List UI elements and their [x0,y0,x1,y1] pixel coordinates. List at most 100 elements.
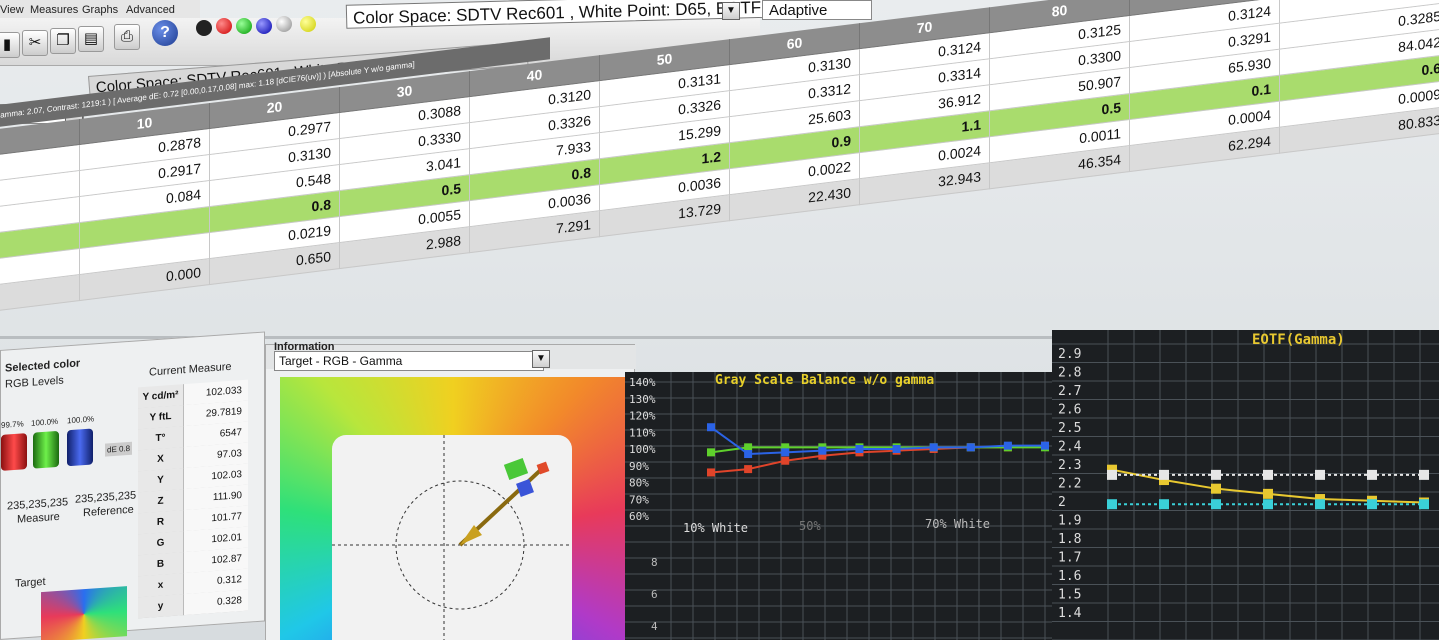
blue-target-marker [516,479,534,497]
data-point [966,443,975,452]
color-gamut-target [280,377,626,640]
data-point [1003,441,1012,450]
data-point [1419,499,1429,510]
eotf-gamma-chart: 2.9 2.8 2.7 2.6 2.5 2.4 2.3 2.2 2 1.9 1.8 1.7 1.6 1.5… [1052,330,1439,640]
data-point [1315,499,1325,510]
reference-label: Reference [83,503,134,520]
calman-window: View Measures Graphs Advanced ▮ ✂ ❐ ▤ ⎙ … [0,0,1439,640]
target-plot-svg [332,435,572,640]
y-tick-label: 1.9 [1058,514,1081,529]
y-tick-label: 100% [629,443,656,456]
x-label-50: 50% [799,519,821,533]
data-point [1367,499,1377,510]
data-point [818,446,827,455]
selected-color-panel: Selected color RGB Levels Current Measur… [0,331,265,640]
blue-orb-icon[interactable] [256,18,272,34]
measure-key: y [138,594,184,619]
y-tick-label: 2.6 [1058,403,1081,418]
y-tick-label: 1.8 [1058,532,1081,547]
data-point [892,445,901,453]
menu-graphs[interactable]: Graphs [82,4,118,16]
data-point [1211,499,1221,510]
bar-pct-red: 99.7% [1,419,24,430]
target-plot-area [332,435,572,640]
data-point [1315,469,1325,480]
current-measure-label: Current Measure [149,360,232,379]
y-tick-label: 1.4 [1058,606,1082,621]
gray-scale-balance-chart: 140% 130% 120% 110% 100% 90% 80% 70% 60% Gray Sca… [625,372,1055,640]
y-tick-label: 2.8 [1058,366,1081,381]
green-level-bar [33,430,59,469]
menu-advanced[interactable]: Advanced [126,4,175,16]
green-target-marker [503,458,529,480]
data-point [781,456,790,465]
menu-view[interactable]: View [0,4,24,16]
white-orb-icon[interactable] [276,16,292,32]
y-tick-label: 120% [629,410,656,423]
y-tick-label: 1.7 [1058,551,1081,566]
data-point [1263,488,1273,499]
x-label-70: 70% White [925,517,990,531]
data-point [1159,469,1169,480]
y-tick-label: 1.5 [1058,588,1081,603]
menu-measures[interactable]: Measures [30,4,78,16]
eotf-svg: 2.9 2.8 2.7 2.6 2.5 2.4 2.3 2.2 2 1.9 1.8 1.7 1.6 1.5… [1052,330,1439,640]
y-tick-label: 130% [629,393,656,406]
information-panel: Information Target - RGB - Gamma ▼ [265,341,636,640]
target-dropdown-chevron-icon[interactable]: ▼ [532,350,550,368]
data-point [1159,499,1169,510]
meter-icon[interactable] [196,20,212,36]
data-point [1367,469,1377,480]
y-tick-label: 60% [629,510,649,523]
y-tick-label: 2 [1058,495,1066,510]
y-tick-label: 110% [629,426,656,439]
y-tick-label: 2.5 [1058,421,1081,436]
eotf-chart-title: EOTF(Gamma) [1252,332,1345,348]
y-tick-label: 2.2 [1058,477,1081,492]
yellow-orb-icon[interactable] [300,16,316,32]
data-point [744,465,753,474]
lower-y-tick: 8 [651,556,658,569]
data-point [1419,469,1429,480]
gray-chart-title: Gray Scale Balance w/o gamma [715,373,934,388]
gray-scale-svg: 140% 130% 120% 110% 100% 90% 80% 70% 60% Gray Sca… [625,372,1055,640]
data-point [1263,499,1273,510]
data-point [1107,499,1117,510]
measure-label: Measure [17,510,60,526]
rgb-levels-label: RGB Levels [5,374,64,391]
green-orb-icon[interactable] [236,18,252,34]
copy-icon[interactable]: ❐ [50,28,76,54]
x-label-10: 10% White [683,521,748,535]
data-point [744,450,753,459]
red-orb-icon[interactable] [216,18,232,34]
paste-icon[interactable]: ▤ [78,26,104,52]
blue-level-bar [67,428,93,467]
target-select[interactable]: Target - RGB - Gamma [274,351,544,371]
y-tick-label: 70% [629,493,649,506]
info-header: Information Target - RGB - Gamma ▼ [266,341,636,371]
adaptive-select[interactable]: Adaptive [762,0,872,20]
y-tick-label: 2.3 [1058,458,1081,473]
data-point [707,423,715,432]
series-line-2 [710,426,1045,456]
y-tick-label: 140% [629,376,656,389]
data-point [855,445,864,453]
selected-color-title: Selected color [5,357,81,375]
data-point [1211,469,1221,480]
help-icon[interactable]: ? [152,20,178,46]
data-point [1107,469,1117,480]
data-point [1263,469,1273,480]
y-tick-label: 2.9 [1058,347,1081,362]
y-tick-label: 80% [629,477,649,490]
y-tick-label: 1.6 [1058,569,1081,584]
target-gamut-thumbnail [41,586,127,640]
cut-icon[interactable]: ✂ [22,30,48,56]
save-icon[interactable]: ▮ [0,32,20,58]
info-dropdown-chevron-icon[interactable]: ▼ [722,2,740,20]
data-point [781,448,790,457]
data-point [1211,483,1221,494]
target-select-value: Target - RGB - Gamma [279,354,403,368]
data-point [1041,441,1049,450]
data-point [929,443,938,452]
print-icon[interactable]: ⎙ [114,24,140,50]
